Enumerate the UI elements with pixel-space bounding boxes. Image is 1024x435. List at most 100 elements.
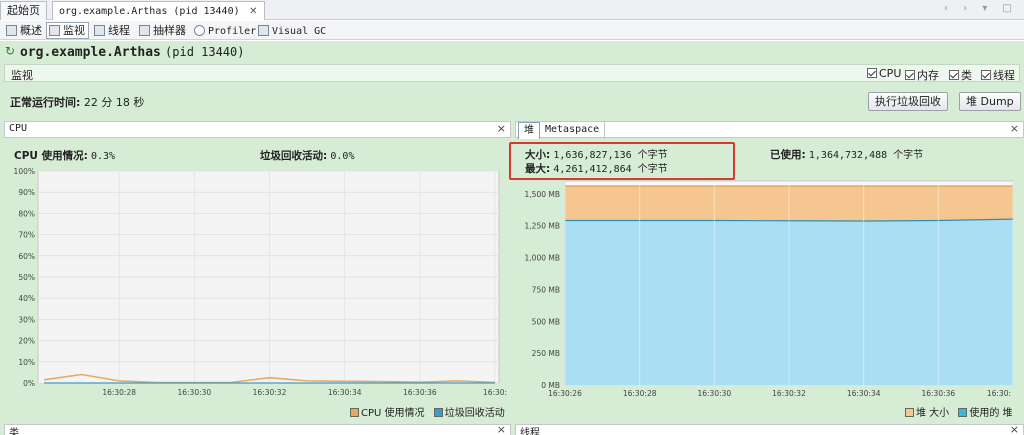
cpu-x-tick-label: 16:30:28 [102, 388, 136, 397]
tab-heap[interactable]: 堆 [518, 122, 540, 139]
subtab-overview-label: 概述 [20, 24, 42, 37]
gc-activity-stat: 垃圾回收活动: 0.0% [260, 148, 354, 163]
cpu-x-tick-label: 16:30:32 [253, 388, 287, 397]
cpu-y-tick-label: 10% [18, 358, 35, 367]
monitor-header-bar: 监视 CPU 内存 类 线程 [4, 64, 1020, 82]
heap-x-tick-label: 16:30:32 [772, 389, 806, 398]
cpu-usage-label: CPU 使用情况: [14, 150, 88, 162]
uptime-display: 正常运行时间: 22 分 18 秒 [10, 94, 144, 110]
application-name: org.example.Arthas [20, 45, 161, 60]
bottom-panels-strip: 类 × 线程 × [0, 423, 1024, 435]
subtab-profiler-label: Profiler [208, 26, 257, 37]
heap-y-tick-label: 500 MB [532, 317, 560, 326]
subtab-overview[interactable]: 概述 [3, 22, 46, 39]
checkbox-checked-icon [981, 70, 991, 80]
cpu-panel: CPU × CPU 使用情况: 0.3% 垃圾回收活动: 0.0% 0% 10% 2… [4, 121, 511, 421]
close-icon[interactable]: × [1010, 122, 1019, 135]
gc-activity-label: 垃圾回收活动: [260, 150, 328, 162]
checkbox-memory-label: 内存 [917, 69, 939, 82]
heap-x-tick-label: 16:30:34 [847, 389, 881, 398]
cpu-usage-stat: CPU 使用情况: 0.3% [14, 148, 115, 163]
cpu-chart-svg: 0% 10% 20% 30% 40% 50% 60% 70% 80% 90% 100% 16:30:2… [14, 167, 508, 397]
checkbox-threads[interactable]: 线程 [981, 67, 1015, 83]
heap-x-tick-label: 16:30:36 [921, 389, 955, 398]
heap-panel-header: 堆 Metaspace × [515, 121, 1024, 139]
tab-arthas-process[interactable]: org.example.Arthas (pid 13440) ✕ [52, 1, 265, 20]
cpu-panel-header: CPU × [4, 121, 511, 138]
legend-swatch-heap-used [958, 408, 968, 417]
subtab-monitor[interactable]: 监视 [46, 22, 89, 39]
checkbox-cpu-label: CPU [879, 67, 902, 80]
subtab-threads[interactable]: 线程 [91, 22, 134, 39]
close-icon[interactable]: × [1010, 423, 1019, 435]
checkbox-checked-icon [905, 70, 915, 80]
close-icon[interactable]: × [497, 122, 506, 135]
tab-metaspace[interactable]: Metaspace [540, 122, 606, 139]
heap-dump-button[interactable]: 堆 Dump [959, 92, 1021, 111]
cpu-usage-value: 0.3% [90, 151, 116, 162]
classes-panel-header: 类 × [4, 423, 511, 435]
monitor-icon [49, 25, 60, 36]
heap-y-tick-label: 250 MB [532, 349, 560, 358]
cpu-y-tick-label: 20% [18, 337, 35, 346]
heap-used-value: 1,364,732,488 个字节 [808, 150, 924, 161]
checkbox-checked-icon [949, 70, 959, 80]
heap-y-tick-label: 1,000 MB [525, 254, 560, 263]
legend-cpu-label: CPU 使用情况 [361, 408, 425, 419]
heap-x-tick-label: 16:30:30 [697, 389, 731, 398]
view-toolbar: 概述 监视 线程 抽样器 Profiler Visual GC [0, 21, 1024, 40]
checkbox-memory[interactable]: 内存 [905, 67, 939, 83]
cpu-y-tick-label: 100% [14, 167, 35, 176]
tab-arthas-label: org.example.Arthas (pid 13440) [59, 6, 240, 17]
legend-swatch-cpu [350, 408, 359, 417]
subtab-monitor-label: 监视 [63, 24, 85, 37]
cpu-x-tick-label: 16:30:34 [328, 388, 362, 397]
heap-x-tick-label: 16:30:28 [623, 389, 657, 398]
subtab-sampler-label: 抽样器 [153, 24, 186, 37]
threads-panel-header: 线程 × [515, 423, 1024, 435]
cpu-y-tick-label: 50% [18, 273, 35, 282]
checkbox-classes-label: 类 [961, 69, 972, 82]
heap-x-tick-label: 16:30:26 [548, 389, 582, 398]
subtab-visual-gc[interactable]: Visual GC [255, 22, 330, 39]
heap-x-tick-label: 16:30: [987, 389, 1011, 398]
checkbox-checked-icon [867, 68, 877, 78]
tab-navigation-arrows[interactable]: ‹ › ▾ □ [944, 3, 1018, 14]
legend-swatch-heap-size [905, 408, 914, 417]
subtab-sampler[interactable]: 抽样器 [136, 22, 190, 39]
checkbox-cpu[interactable]: CPU [867, 67, 901, 80]
cpu-y-tick-label: 60% [18, 252, 35, 261]
overview-icon [6, 25, 17, 36]
heap-chart: 0 MB 250 MB 500 MB 750 MB 1,000 MB 1,250 MB 1,… [515, 177, 1024, 401]
heap-chart-legend: 堆 大小 使用的 堆 [899, 404, 1013, 419]
cpu-y-tick-label: 80% [18, 209, 35, 218]
cpu-x-tick-label: 16:30:30 [177, 388, 211, 397]
highlight-annotation [509, 142, 735, 180]
threads-icon [94, 25, 105, 36]
legend-heap-size-label: 堆 大小 [916, 408, 950, 419]
close-icon[interactable]: × [497, 423, 506, 435]
profiler-icon [194, 25, 205, 36]
application-pid: (pid 13440) [165, 45, 245, 59]
subtab-profiler[interactable]: Profiler [191, 22, 260, 39]
cpu-chart: 0% 10% 20% 30% 40% 50% 60% 70% 80% 90% 100% 16:30:2… [4, 163, 511, 401]
heap-used-stat: 已使用: 1,364,732,488 个字节 [770, 146, 923, 162]
perform-gc-button[interactable]: 执行垃圾回收 [868, 92, 948, 111]
close-icon[interactable]: ✕ [249, 6, 257, 17]
gc-activity-value: 0.0% [330, 151, 355, 162]
threads-panel-title: 线程 [520, 428, 540, 435]
visual-gc-icon [258, 25, 269, 36]
cpu-panel-title: CPU [9, 123, 28, 134]
classes-panel-title: 类 [9, 428, 19, 435]
tab-start-page[interactable]: 起始页 [0, 1, 47, 20]
cpu-y-tick-label: 70% [18, 231, 35, 240]
uptime-value: 22 分 18 秒 [83, 96, 145, 109]
heap-chart-svg: 0 MB250 MB500 MB750 MB1,000 MB1,250 MB1,… [525, 180, 1014, 398]
document-tab-strip: 起始页 org.example.Arthas (pid 13440) ✕ ‹ ›… [0, 0, 1024, 20]
checkbox-classes[interactable]: 类 [949, 67, 972, 83]
uptime-label: 正常运行时间: [10, 96, 81, 109]
legend-heap-used-label: 使用的 堆 [969, 408, 1013, 419]
tab-start-page-label: 起始页 [7, 4, 40, 17]
subtab-visual-gc-label: Visual GC [272, 26, 327, 37]
cpu-x-tick-label: 16:30: [483, 388, 507, 397]
